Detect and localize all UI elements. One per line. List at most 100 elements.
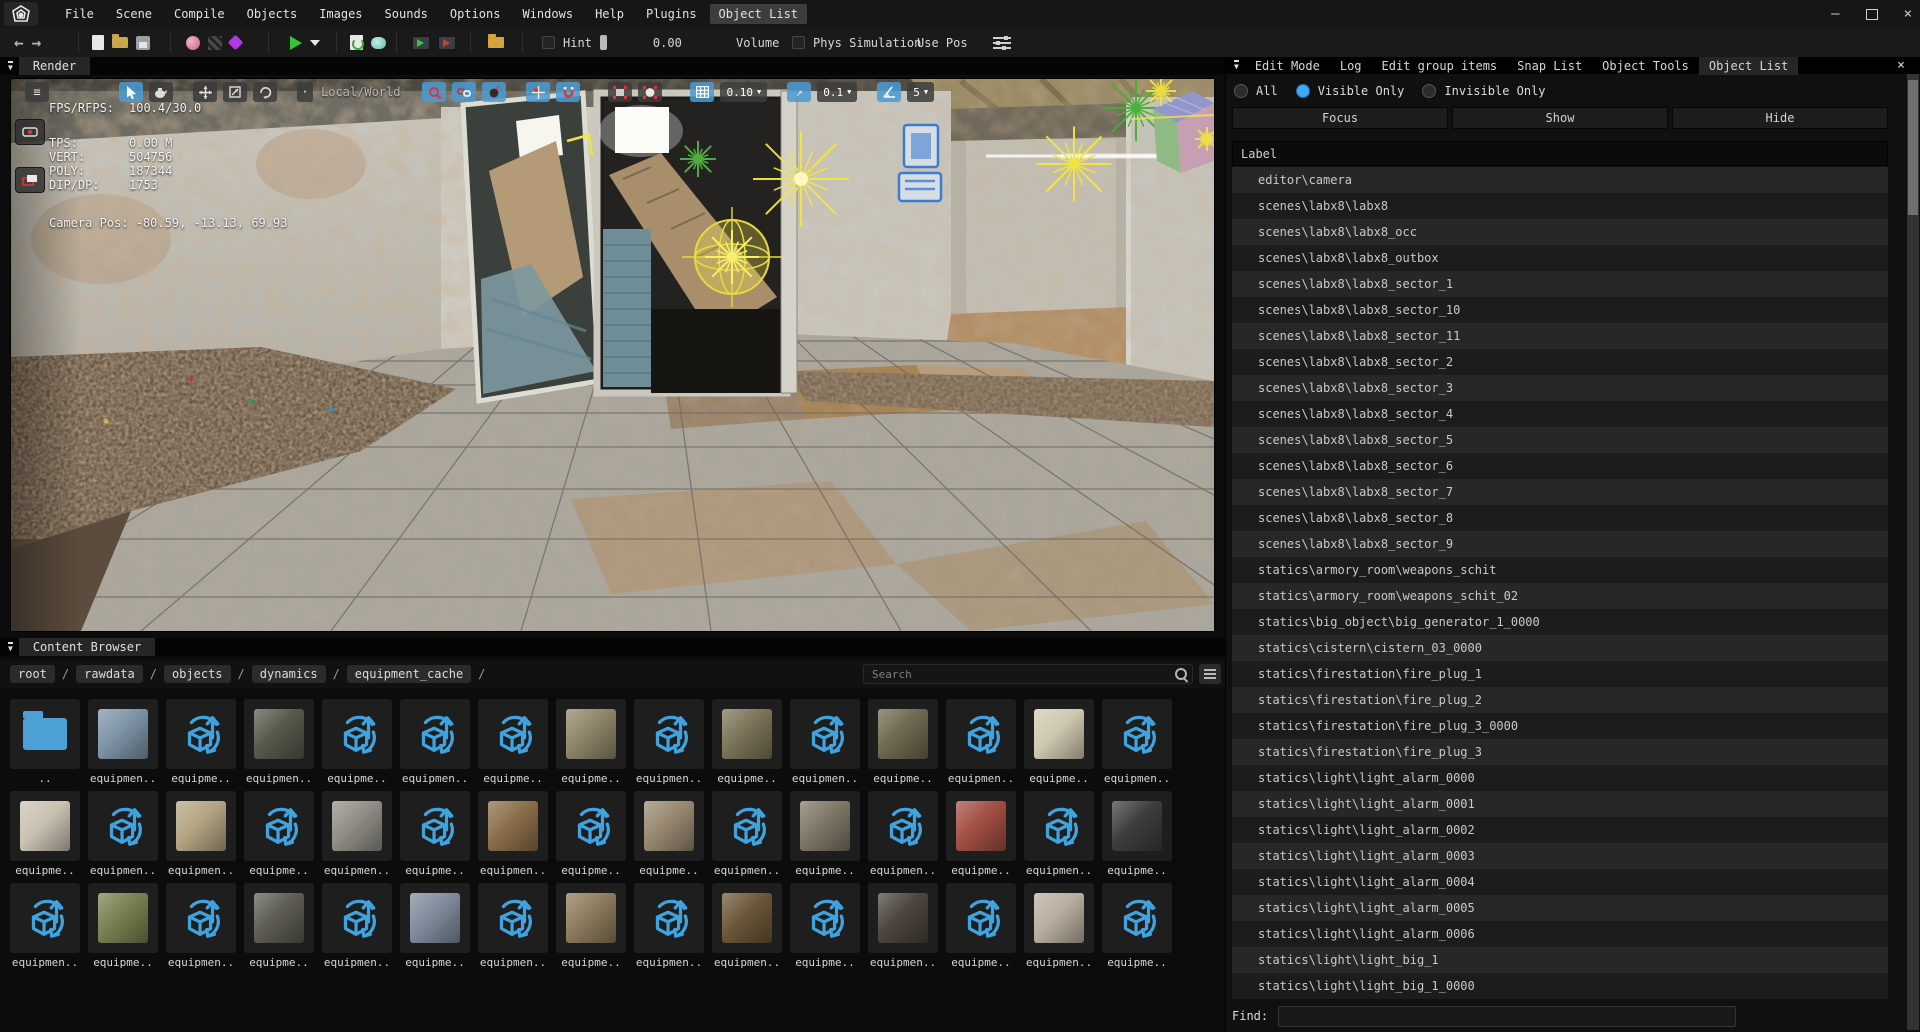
content-item[interactable]: equipme.. — [556, 699, 626, 785]
object-list-row[interactable]: statics\firestation\fire_plug_3 — [1232, 739, 1888, 765]
content-browser-tab[interactable]: Content Browser — [19, 638, 155, 656]
move-step-dropdown[interactable]: 0.1 — [817, 82, 857, 102]
object-list-row[interactable]: scenes\labx8\labx8_sector_1 — [1232, 271, 1888, 297]
panel-menu-arrow-icon[interactable]: ▼ — [8, 61, 13, 72]
find-input[interactable] — [1278, 1006, 1736, 1027]
tab-log[interactable]: Log — [1330, 57, 1372, 75]
hide-button[interactable]: Hide — [1672, 107, 1888, 129]
radio-all-icon[interactable] — [1234, 84, 1248, 98]
menu-item-file[interactable]: File — [56, 4, 103, 24]
object-list-row[interactable]: statics\light\light_big_1 — [1232, 947, 1888, 973]
object-list-row[interactable]: scenes\labx8\labx8 — [1232, 193, 1888, 219]
panel-close-icon[interactable]: × — [1897, 58, 1905, 73]
menu-item-objects[interactable]: Objects — [238, 4, 307, 24]
snap-chain-button[interactable] — [452, 82, 476, 102]
forward-arrow-button[interactable]: → — [32, 33, 42, 52]
content-item[interactable]: equipmen.. — [634, 699, 704, 785]
object-list-row[interactable]: statics\big_object\big_generator_1_0000 — [1232, 609, 1888, 635]
hint-checkbox[interactable] — [542, 36, 555, 49]
object-list-row[interactable]: scenes\labx8\labx8_occ — [1232, 219, 1888, 245]
content-item[interactable]: equipme.. — [400, 791, 470, 877]
radio-visible-only-icon[interactable] — [1296, 84, 1310, 98]
object-list-row[interactable]: statics\light\light_alarm_0003 — [1232, 843, 1888, 869]
menu-item-sounds[interactable]: Sounds — [376, 4, 437, 24]
menu-item-options[interactable]: Options — [441, 4, 510, 24]
menu-item-plugins[interactable]: Plugins — [637, 4, 706, 24]
object-list-row[interactable]: statics\firestation\fire_plug_3_0000 — [1232, 713, 1888, 739]
menu-item-help[interactable]: Help — [586, 4, 633, 24]
crumb-dynamics[interactable]: dynamics — [252, 665, 326, 683]
content-item[interactable]: equipmen.. — [1024, 791, 1094, 877]
content-item[interactable]: equipmen.. — [322, 883, 392, 969]
face-snap-button[interactable] — [638, 82, 662, 102]
grid-toggle-button[interactable] — [690, 82, 714, 102]
render-tab[interactable]: Render — [19, 57, 90, 75]
object-list-row[interactable]: statics\cistern\cistern_03_0000 — [1232, 635, 1888, 661]
minimize-button[interactable]: – — [1831, 6, 1839, 22]
crumb-rawdata[interactable]: rawdata — [76, 665, 143, 683]
focus-button[interactable]: Focus — [1232, 107, 1448, 129]
menu-item-compile[interactable]: Compile — [165, 4, 234, 24]
snap-sphere-button[interactable] — [482, 82, 506, 102]
scrollbar-thumb[interactable] — [1908, 80, 1918, 215]
phys-sim-checkbox[interactable] — [792, 36, 805, 49]
content-item[interactable]: equipmen.. — [712, 791, 782, 877]
content-item[interactable]: equipme.. — [244, 883, 314, 969]
content-item[interactable]: equipme.. — [1102, 791, 1172, 877]
hint-slider[interactable] — [600, 35, 607, 50]
object-list-row[interactable]: statics\firestation\fire_plug_1 — [1232, 661, 1888, 687]
play-button[interactable] — [290, 36, 302, 50]
menu-item-scene[interactable]: Scene — [107, 4, 161, 24]
content-item[interactable]: equipme.. — [946, 883, 1016, 969]
snap-magnet-button[interactable] — [556, 82, 580, 102]
import-monitor-icon[interactable] — [438, 36, 456, 50]
content-item[interactable]: equipme.. — [400, 883, 470, 969]
refresh-button[interactable] — [350, 35, 363, 50]
object-list-row[interactable]: scenes\labx8\labx8_sector_3 — [1232, 375, 1888, 401]
content-item[interactable]: equipmen.. — [244, 699, 314, 785]
content-item[interactable]: equipmen.. — [10, 883, 80, 969]
object-list-row[interactable]: scenes\labx8\labx8_sector_11 — [1232, 323, 1888, 349]
content-item[interactable]: equipmen.. — [166, 791, 236, 877]
use-pos-label[interactable]: Use Pos — [917, 36, 968, 50]
ai-map-button[interactable] — [371, 37, 386, 49]
viewport-3d-scene[interactable]: ≡ · Local/Wo — [10, 78, 1215, 632]
object-list-row[interactable]: scenes\labx8\labx8_sector_8 — [1232, 505, 1888, 531]
object-list-row[interactable]: scenes\labx8\labx8_sector_6 — [1232, 453, 1888, 479]
content-item[interactable]: equipme.. — [946, 791, 1016, 877]
tab-edit-mode[interactable]: Edit Mode — [1245, 57, 1330, 75]
viewport-camera-button[interactable] — [15, 119, 45, 145]
content-item[interactable]: equipmen.. — [790, 699, 860, 785]
viewport-layers-button[interactable] — [15, 167, 45, 193]
crumb-equipment-cache[interactable]: equipment_cache — [347, 665, 471, 683]
object-list-row[interactable]: statics\light\light_alarm_0005 — [1232, 895, 1888, 921]
scale-tool-button[interactable] — [223, 82, 247, 102]
object-list-row[interactable]: statics\light\light_big_1_0000 — [1232, 973, 1888, 999]
content-item[interactable]: equipme.. — [790, 791, 860, 877]
content-item[interactable]: equipme.. — [712, 699, 782, 785]
tab-snap-list[interactable]: Snap List — [1507, 57, 1592, 75]
axis-mode-dropdown[interactable]: · — [297, 82, 313, 102]
render-object-button[interactable] — [149, 82, 173, 102]
object-list-row[interactable]: scenes\labx8\labx8_sector_9 — [1232, 531, 1888, 557]
content-item[interactable]: equipme.. — [790, 883, 860, 969]
search-input[interactable] — [863, 664, 1193, 684]
content-browser-menu-button[interactable] — [1199, 664, 1221, 684]
tab-edit-group-items[interactable]: Edit group items — [1372, 57, 1508, 75]
browse-folder-button[interactable] — [488, 37, 504, 48]
content-item[interactable]: equipme.. — [634, 791, 704, 877]
content-item[interactable]: equipmen.. — [1024, 883, 1094, 969]
content-item[interactable]: equipmen.. — [712, 883, 782, 969]
tab-object-tools[interactable]: Object Tools — [1592, 57, 1699, 75]
object-list-row[interactable]: scenes\labx8\labx8_sector_5 — [1232, 427, 1888, 453]
content-item[interactable]: equipme.. — [556, 883, 626, 969]
content-item[interactable]: equipme.. — [244, 791, 314, 877]
viewport-menu-button[interactable]: ≡ — [25, 82, 49, 102]
back-arrow-button[interactable]: ← — [14, 33, 24, 52]
content-item[interactable]: equipmen.. — [634, 883, 704, 969]
object-list-row[interactable]: scenes\labx8\labx8_outbox — [1232, 245, 1888, 271]
crumb-objects[interactable]: objects — [164, 665, 231, 683]
content-item[interactable]: equipme.. — [88, 883, 158, 969]
object-list-row[interactable]: scenes\labx8\labx8_sector_10 — [1232, 297, 1888, 323]
show-button[interactable]: Show — [1452, 107, 1668, 129]
